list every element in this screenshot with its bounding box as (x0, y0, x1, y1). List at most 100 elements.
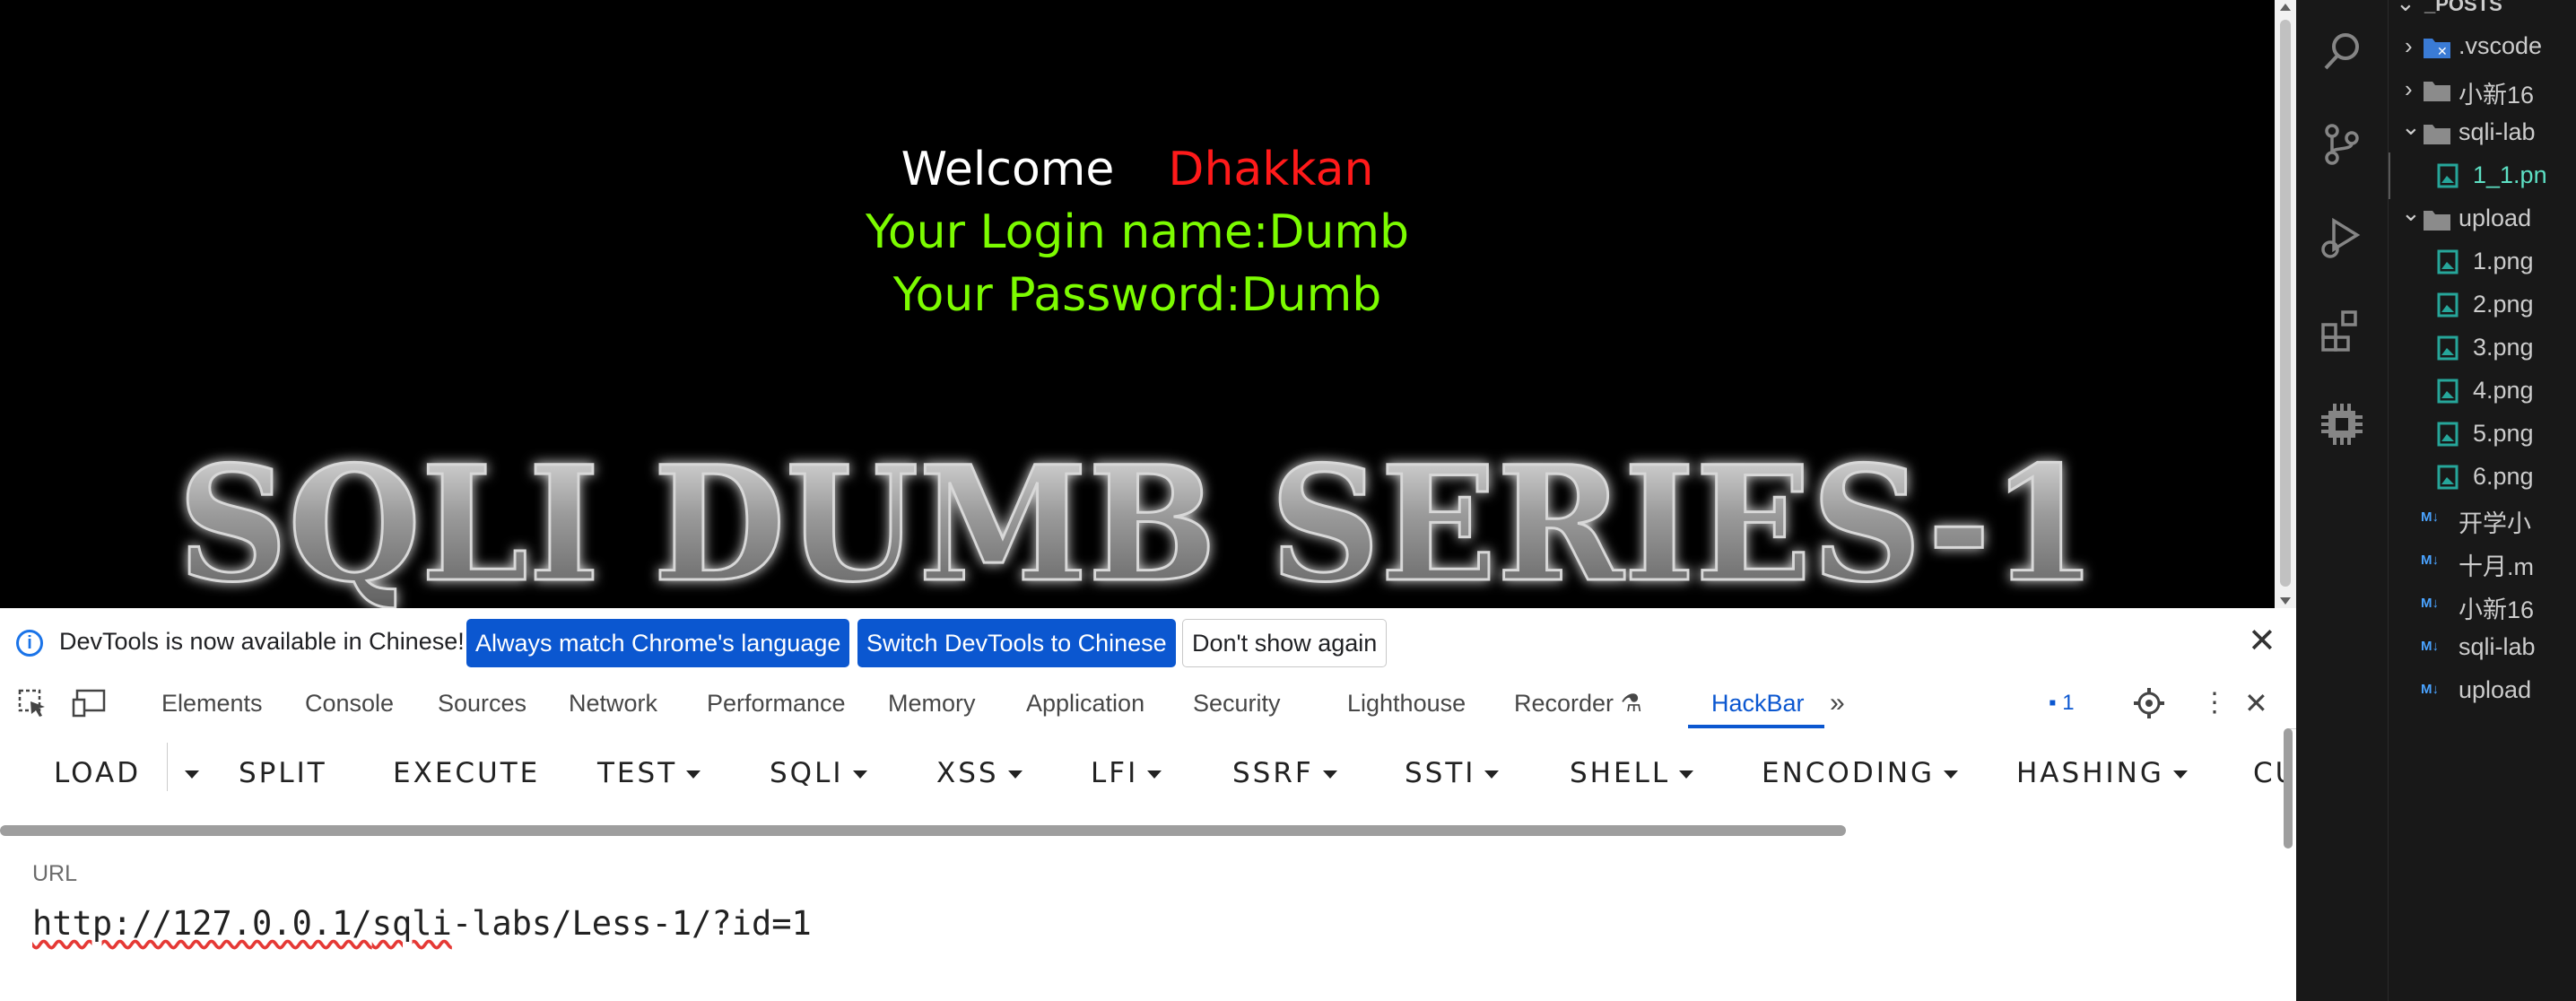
tree-item[interactable]: 十月.m (2459, 547, 2534, 582)
more-tabs-icon[interactable]: » (1830, 678, 1845, 728)
vscode-window: ⌄ _POSTS › ✕ .vscode › 小新16 ⌄ sqli-lab 1… (2296, 0, 2576, 1001)
settings-gear-icon[interactable] (2133, 687, 2165, 719)
page-scrollbar[interactable] (2275, 0, 2296, 608)
hashing-menu[interactable]: HASHING (2016, 728, 2188, 818)
hackbar-horizontal-scrollbar[interactable] (0, 825, 1846, 836)
ssti-label: SSTI (1405, 757, 1476, 789)
image-file-icon (2437, 335, 2459, 361)
image-file-icon (2437, 292, 2459, 318)
login-name-line: Your Login name:Dumb (866, 205, 1409, 259)
image-file-icon (2437, 163, 2459, 188)
tree-item[interactable]: upload (2459, 676, 2531, 704)
load-dropdown-icon[interactable] (176, 728, 199, 818)
user-name: Dhakkan (1168, 143, 1374, 196)
tree-item[interactable]: 6.png (2473, 463, 2534, 491)
tree-item[interactable]: 5.png (2473, 420, 2534, 448)
chevron-down-icon[interactable]: ⌄ (2401, 113, 2421, 141)
tree-item[interactable]: 开学小 (2459, 504, 2531, 539)
tab-sources[interactable]: Sources (438, 678, 527, 728)
tree-item[interactable]: 4.png (2473, 377, 2534, 405)
chevron-down-icon[interactable]: ⌄ (2396, 0, 2415, 17)
chip-icon[interactable] (2319, 402, 2364, 447)
scrollbar-thumb[interactable] (2280, 20, 2291, 587)
tree-indent-guide (2389, 152, 2390, 199)
tab-performance[interactable]: Performance (707, 678, 846, 728)
image-file-icon (2437, 249, 2459, 274)
tree-item[interactable]: 1.png (2473, 248, 2534, 275)
tab-hackbar[interactable]: HackBar (1711, 678, 1805, 728)
tree-item[interactable]: .vscode (2459, 32, 2542, 60)
markdown-icon: M↓ (2421, 639, 2439, 654)
tree-item-active[interactable]: 1_1.pn (2473, 161, 2547, 189)
tree-item[interactable]: 小新16 (2459, 590, 2534, 625)
shell-label: SHELL (1570, 757, 1671, 789)
close-icon[interactable]: ✕ (2248, 621, 2276, 661)
chat-icon: ▪ (2049, 691, 2057, 715)
markdown-icon: M↓ (2421, 509, 2439, 525)
scroll-down-icon[interactable] (2280, 597, 2291, 605)
inspect-element-icon[interactable] (18, 689, 48, 718)
url-field[interactable]: http://127.0.0.1/sqli-labs/Less-1/?id=1 (32, 904, 812, 943)
load-divider (167, 743, 168, 791)
scroll-up-icon[interactable] (2280, 4, 2291, 11)
devtools-vertical-scrollbar[interactable] (2284, 728, 2293, 849)
load-button[interactable]: LOAD (54, 728, 141, 818)
run-debug-icon[interactable] (2319, 215, 2364, 260)
test-label: TEST (597, 757, 678, 789)
hackbar-menu: LOAD SPLIT EXECUTE TEST SQLI XSS LFI SSR… (0, 728, 2287, 818)
devtools-panel: i DevTools is now available in Chinese! … (0, 608, 2296, 1001)
section-posts[interactable]: _POSTS (2424, 0, 2502, 16)
svg-text:✕: ✕ (2437, 45, 2448, 59)
tree-item[interactable]: sqli-lab (2459, 118, 2536, 146)
device-toolbar-icon[interactable] (72, 689, 108, 718)
language-infobar: i DevTools is now available in Chinese! … (0, 608, 2296, 679)
close-devtools-icon[interactable]: ✕ (2244, 678, 2268, 728)
infobar-message: DevTools is now available in Chinese! (59, 628, 465, 655)
split-button[interactable]: SPLIT (239, 728, 327, 818)
activity-bar (2296, 0, 2388, 1001)
custom-menu[interactable]: CU (2253, 728, 2287, 818)
extensions-icon[interactable] (2319, 309, 2364, 353)
kebab-menu-icon[interactable]: ⋮ (2201, 678, 2228, 728)
tree-item[interactable]: 3.png (2473, 334, 2534, 361)
tab-recorder[interactable]: Recorder ⚗ (1514, 678, 1642, 728)
tree-item[interactable]: 2.png (2473, 291, 2534, 318)
tab-recorder-label: Recorder (1514, 690, 1614, 717)
shell-menu[interactable]: SHELL (1570, 728, 1694, 818)
devtools-tabbar: Elements Console Sources Network Perform… (0, 678, 2296, 729)
tree-item[interactable]: 小新16 (2459, 75, 2534, 110)
tab-memory[interactable]: Memory (888, 678, 976, 728)
execute-button[interactable]: EXECUTE (393, 728, 540, 818)
tree-item[interactable]: sqli-lab (2459, 633, 2536, 661)
tab-console[interactable]: Console (305, 678, 394, 728)
banner-image: SQLI DUMB SERIES-1 (177, 445, 2099, 608)
always-match-language-button[interactable]: Always match Chrome's language (466, 619, 850, 667)
image-file-icon (2437, 465, 2459, 490)
encoding-menu[interactable]: ENCODING (1762, 728, 1959, 818)
sqli-menu[interactable]: SQLI (770, 728, 867, 818)
chevron-right-icon[interactable]: › (2405, 75, 2413, 103)
welcome-line: Welcome Dhakkan (0, 138, 2275, 201)
tab-elements[interactable]: Elements (161, 678, 263, 728)
test-menu[interactable]: TEST (597, 728, 701, 818)
tab-security[interactable]: Security (1193, 678, 1281, 728)
chevron-right-icon[interactable]: › (2405, 32, 2413, 60)
xss-label: XSS (936, 757, 999, 789)
ssti-menu[interactable]: SSTI (1405, 728, 1500, 818)
lfi-menu[interactable]: LFI (1091, 728, 1162, 818)
tree-item[interactable]: upload (2459, 205, 2531, 232)
source-control-icon[interactable] (2319, 122, 2364, 167)
tab-network[interactable]: Network (569, 678, 657, 728)
dont-show-again-button[interactable]: Don't show again (1182, 619, 1388, 667)
chevron-down-icon[interactable]: ⌄ (2401, 199, 2421, 227)
url-label: URL (32, 861, 78, 886)
issues-badge[interactable]: ▪ 1 (2049, 691, 2075, 716)
xss-menu[interactable]: XSS (936, 728, 1023, 818)
ssrf-menu[interactable]: SSRF (1232, 728, 1337, 818)
tab-application[interactable]: Application (1026, 678, 1144, 728)
tab-lighthouse[interactable]: Lighthouse (1347, 678, 1466, 728)
switch-devtools-chinese-button[interactable]: Switch DevTools to Chinese (857, 619, 1176, 667)
markdown-icon: M↓ (2421, 596, 2439, 611)
search-icon[interactable] (2319, 29, 2364, 74)
url-part-path: -labs/Less-1/?id=1 (451, 904, 812, 943)
